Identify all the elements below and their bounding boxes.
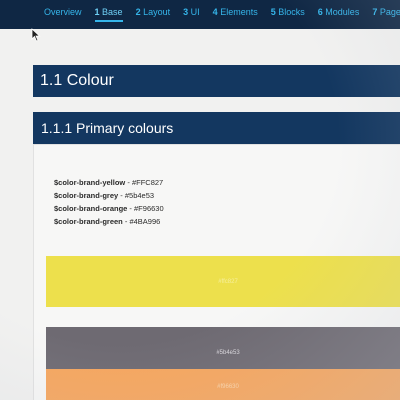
variable-name: $color-brand-green [54,217,123,226]
color-swatch-orange: #f96630 [46,369,400,400]
variable-value: #F96630 [134,204,164,213]
variable-separator: - [127,204,135,213]
tab-page[interactable]: 7 Page [372,0,400,22]
tab-number: 3 [183,7,189,17]
color-variable-row: $color-brand-grey - #5b4e53 [54,189,164,202]
tab-layout[interactable]: 2 Layout [136,0,171,22]
tab-number: 1 [94,7,100,17]
color-variable-row: $color-brand-orange - #F96630 [54,202,164,215]
tab-number: 2 [135,7,141,17]
tab-label: Blocks [278,7,305,17]
variable-separator: - [125,178,132,187]
tab-number: 6 [317,7,323,17]
swatch-label: #ffc827 [218,278,238,285]
tab-label: Base [102,7,123,17]
tab-number: 4 [212,7,218,17]
swatch-label: #f96630 [217,384,239,390]
variable-value: #5b4e53 [124,191,155,200]
color-variable-row: $color-brand-yellow - #FFC827 [54,176,164,189]
tab-label: Modules [325,7,360,17]
swatch-label: #5b4e53 [216,350,240,356]
variable-separator: - [118,191,125,200]
tab-base[interactable]: 1 Base [94,0,123,22]
styleguide-page: Overview 1 Base 2 Layout 3 UI 4 Elements… [0,0,400,400]
mouse-pointer-icon [31,28,41,42]
tab-label: UI [190,7,200,17]
tab-number: 5 [270,7,276,17]
top-navigation: Overview 1 Base 2 Layout 3 UI 4 Elements… [0,0,400,29]
variable-value: #4BA996 [129,217,161,226]
variable-name: $color-brand-grey [54,191,119,200]
tab-modules[interactable]: 6 Modules [318,0,360,22]
tab-label: Overview [44,7,82,17]
tab-elements[interactable]: 4 Elements [213,0,258,22]
variable-name: $color-brand-yellow [54,178,126,187]
tab-overview[interactable]: Overview [44,0,82,22]
color-variable-list: $color-brand-yellow - #FFC827 $color-bra… [54,176,164,228]
variable-name: $color-brand-orange [54,204,128,213]
color-swatch-yellow: #ffc827 [46,256,400,307]
subsection-heading: 1.1.1 Primary colours [33,112,400,144]
tab-blocks[interactable]: 5 Blocks [271,0,305,22]
tab-label: Layout [143,7,171,17]
tab-label: Elements [220,7,258,17]
section-heading: 1.1 Colour [33,65,400,97]
color-variable-row: $color-brand-green - #4BA996 [54,215,164,228]
tab-ui[interactable]: 3 UI [183,0,200,22]
tab-label: Page [379,7,400,17]
tab-number: 7 [372,7,378,17]
variable-value: #FFC827 [131,178,164,187]
